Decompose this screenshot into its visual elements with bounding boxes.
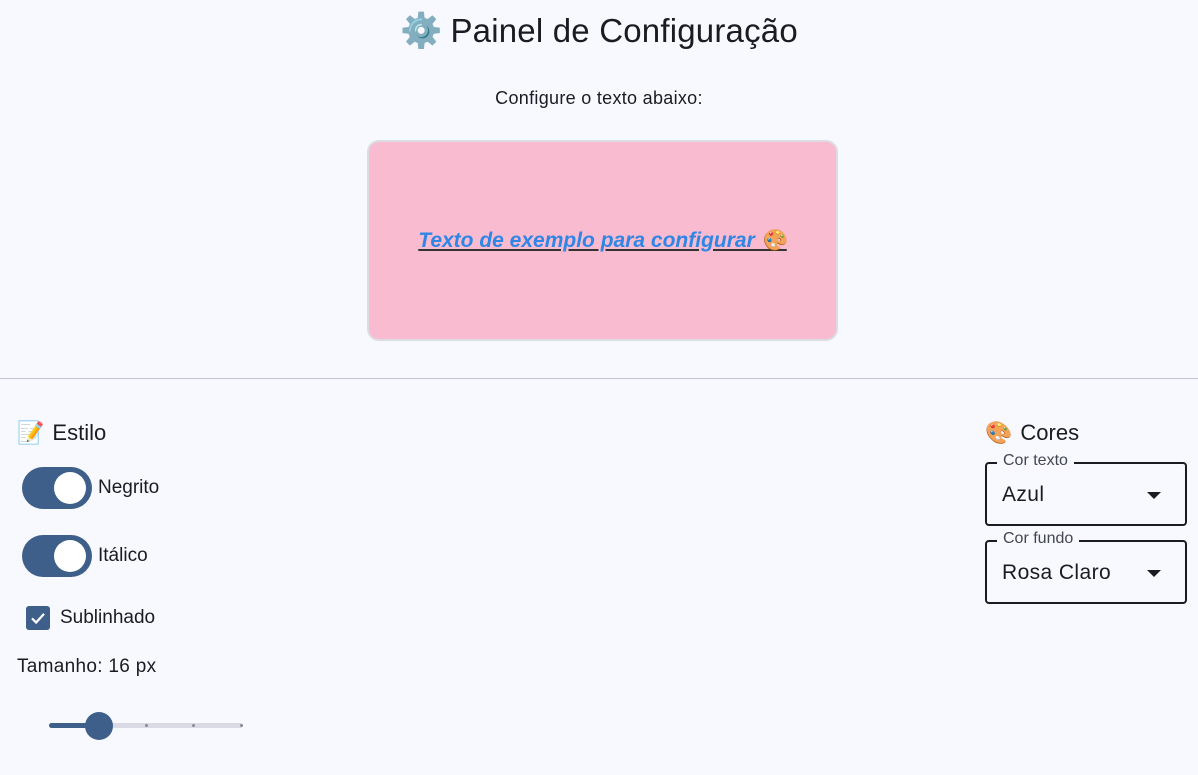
page-subtitle: Configure o texto abaixo: — [495, 88, 703, 108]
slider-tick — [240, 724, 243, 727]
slider-tick — [145, 724, 148, 727]
text-color-dropdown-label: Cor texto — [997, 452, 1074, 470]
bold-toggle-label: Negrito — [98, 477, 160, 498]
italic-toggle-label: Itálico — [98, 545, 148, 566]
size-slider[interactable] — [49, 712, 245, 740]
bg-color-dropdown-value: Rosa Claro — [1002, 561, 1112, 584]
palette-icon: 🎨 — [985, 420, 1013, 445]
gear-icon: ⚙️ — [400, 12, 443, 50]
underline-checkbox-label: Sublinhado — [60, 607, 156, 628]
page-header: ⚙️ Painel de Configuração — [0, 12, 1198, 50]
page-title: Painel de Configuração — [450, 12, 798, 49]
style-section-label: Estilo — [52, 420, 107, 445]
section-divider — [0, 378, 1198, 379]
style-section-title: 📝 Estilo — [17, 420, 106, 446]
toggle-thumb — [54, 472, 86, 504]
italic-toggle[interactable] — [22, 535, 92, 577]
colors-section-title: 🎨 Cores — [985, 420, 1079, 446]
slider-tick — [192, 724, 195, 727]
bg-color-dropdown[interactable]: Cor fundo Rosa Claro — [985, 530, 1187, 604]
size-label: Tamanho: 16 px — [17, 656, 157, 677]
toggle-thumb — [54, 540, 86, 572]
slider-handle[interactable] — [85, 712, 113, 740]
check-icon — [31, 613, 45, 625]
italic-toggle-row: Itálico — [22, 535, 148, 577]
memo-icon: 📝 — [17, 420, 45, 445]
dropdown-arrow-icon — [1147, 492, 1161, 499]
preview-text: Texto de exemplo para configurar 🎨 — [418, 228, 787, 252]
underline-checkbox-row: Sublinhado — [26, 606, 155, 630]
bg-color-dropdown-label: Cor fundo — [997, 530, 1080, 548]
bold-toggle[interactable] — [22, 467, 92, 509]
bold-toggle-row: Negrito — [22, 467, 159, 509]
underline-checkbox[interactable] — [26, 606, 50, 630]
dropdown-arrow-icon — [1147, 570, 1161, 577]
text-color-dropdown[interactable]: Cor texto Azul — [985, 452, 1187, 526]
preview-box: Texto de exemplo para configurar 🎨 — [367, 140, 838, 341]
colors-section-label: Cores — [1020, 420, 1080, 445]
text-color-dropdown-value: Azul — [1002, 483, 1045, 506]
